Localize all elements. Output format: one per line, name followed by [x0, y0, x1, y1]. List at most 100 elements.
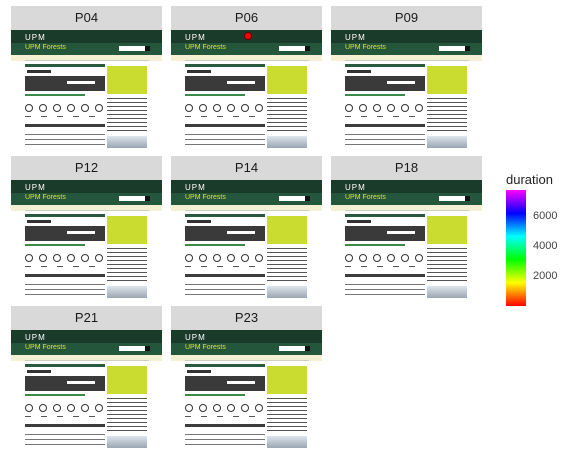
thumb-bottomlines: [345, 134, 425, 148]
thumb-logo: UPM: [185, 183, 206, 192]
thumb-navline: [185, 60, 309, 61]
thumb-icon-row: [25, 254, 105, 263]
thumb-search-button: [305, 346, 310, 351]
thumb-navline: [345, 60, 469, 61]
thumb-icon: [255, 404, 263, 412]
thumb-icon: [359, 254, 367, 262]
thumb-icon: [213, 254, 221, 262]
thumb-heading: [347, 220, 371, 223]
thumb-darkband2: [25, 424, 105, 427]
thumb-icon: [345, 254, 353, 262]
thumb-labelline: [345, 266, 425, 267]
thumb-navline: [25, 210, 149, 211]
thumb-icon: [373, 104, 381, 112]
thumb-icon: [373, 254, 381, 262]
webpage-thumbnail: UPM UPM Forests: [331, 30, 482, 152]
thumb-icon-row: [345, 254, 425, 263]
thumb-search-box: [279, 346, 305, 351]
thumb-icon: [25, 404, 33, 412]
thumb-darkinput: [227, 381, 255, 384]
thumb-icon-row: [345, 104, 425, 113]
thumb-icon: [241, 404, 249, 412]
thumb-icon: [227, 254, 235, 262]
thumb-leftband: [25, 214, 105, 217]
thumb-search-box: [279, 196, 305, 201]
thumb-icon: [387, 254, 395, 262]
facet-panel: P21 UPM UPM Forests: [11, 306, 162, 452]
thumb-icon: [95, 254, 103, 262]
thumb-logo: UPM: [345, 33, 366, 42]
thumb-heading: [27, 220, 51, 223]
legend-tick-label: 2000: [533, 269, 558, 282]
legend-title: duration: [506, 172, 553, 187]
thumb-icon: [359, 104, 367, 112]
webpage-thumbnail: UPM UPM Forests: [171, 330, 322, 452]
thumb-search-box: [119, 196, 145, 201]
webpage-thumbnail: UPM UPM Forests: [331, 180, 482, 302]
thumb-icon: [199, 254, 207, 262]
facet-strip-label: P18: [331, 156, 482, 180]
thumb-subtitle: UPM Forests: [185, 44, 226, 51]
webpage-thumbnail: UPM UPM Forests: [171, 180, 322, 302]
thumb-icon: [25, 254, 33, 262]
thumb-navline: [25, 360, 149, 361]
thumb-search-box: [119, 346, 145, 351]
thumb-heading: [27, 370, 51, 373]
thumb-greentext: [185, 244, 245, 246]
thumb-darkband2: [345, 274, 425, 277]
facet-strip-label: P04: [11, 6, 162, 30]
thumb-rightlines: [107, 248, 147, 282]
thumb-icon: [185, 404, 193, 412]
thumb-leftband: [345, 64, 425, 67]
thumb-search-button: [145, 196, 150, 201]
thumb-rightlines: [107, 98, 147, 132]
thumb-yellowbox: [267, 66, 307, 94]
thumb-icon: [387, 104, 395, 112]
thumb-search-box: [119, 46, 145, 51]
thumb-leftband: [345, 214, 425, 217]
thumb-darkinput: [387, 231, 415, 234]
webpage-thumbnail: UPM UPM Forests: [11, 30, 162, 152]
thumb-greentext: [345, 94, 405, 96]
facet-panel: P14 UPM UPM Forests: [171, 156, 322, 302]
thumb-icon: [345, 104, 353, 112]
facet-strip-label: P21: [11, 306, 162, 330]
thumb-leftband: [185, 214, 265, 217]
thumb-icon: [213, 404, 221, 412]
thumb-icon: [67, 254, 75, 262]
thumb-icon: [95, 104, 103, 112]
facet-strip-label: P12: [11, 156, 162, 180]
facet-panel: P06 UPM UPM Forests: [171, 6, 322, 152]
thumb-bottomlines: [185, 434, 265, 448]
thumb-logo: UPM: [185, 33, 206, 42]
thumb-labelline: [185, 116, 265, 117]
thumb-rightlines: [427, 98, 467, 132]
thumb-subtitle: UPM Forests: [345, 194, 386, 201]
thumb-darkinput: [227, 231, 255, 234]
thumb-search-button: [465, 196, 470, 201]
thumb-greentext: [185, 94, 245, 96]
thumb-skybox: [267, 436, 307, 448]
thumb-navline: [25, 60, 149, 61]
webpage-thumbnail: UPM UPM Forests: [171, 30, 322, 152]
thumb-skybox: [107, 436, 147, 448]
thumb-logo: UPM: [345, 183, 366, 192]
thumb-logo: UPM: [185, 333, 206, 342]
thumb-leftband: [25, 64, 105, 67]
thumb-icon: [81, 254, 89, 262]
thumb-search-button: [305, 46, 310, 51]
thumb-heading: [187, 370, 211, 373]
thumb-skybox: [267, 136, 307, 148]
facet-panel: P18 UPM UPM Forests: [331, 156, 482, 302]
facet-strip-label: P14: [171, 156, 322, 180]
thumb-logo: UPM: [25, 33, 46, 42]
thumb-icon: [39, 404, 47, 412]
thumb-icon: [67, 404, 75, 412]
thumb-icon: [25, 104, 33, 112]
legend-tick-label: 6000: [533, 209, 558, 222]
thumb-darkband2: [25, 274, 105, 277]
thumb-yellowbox: [267, 366, 307, 394]
thumb-icon: [255, 104, 263, 112]
thumb-darkband2: [185, 424, 265, 427]
thumb-icon: [401, 254, 409, 262]
